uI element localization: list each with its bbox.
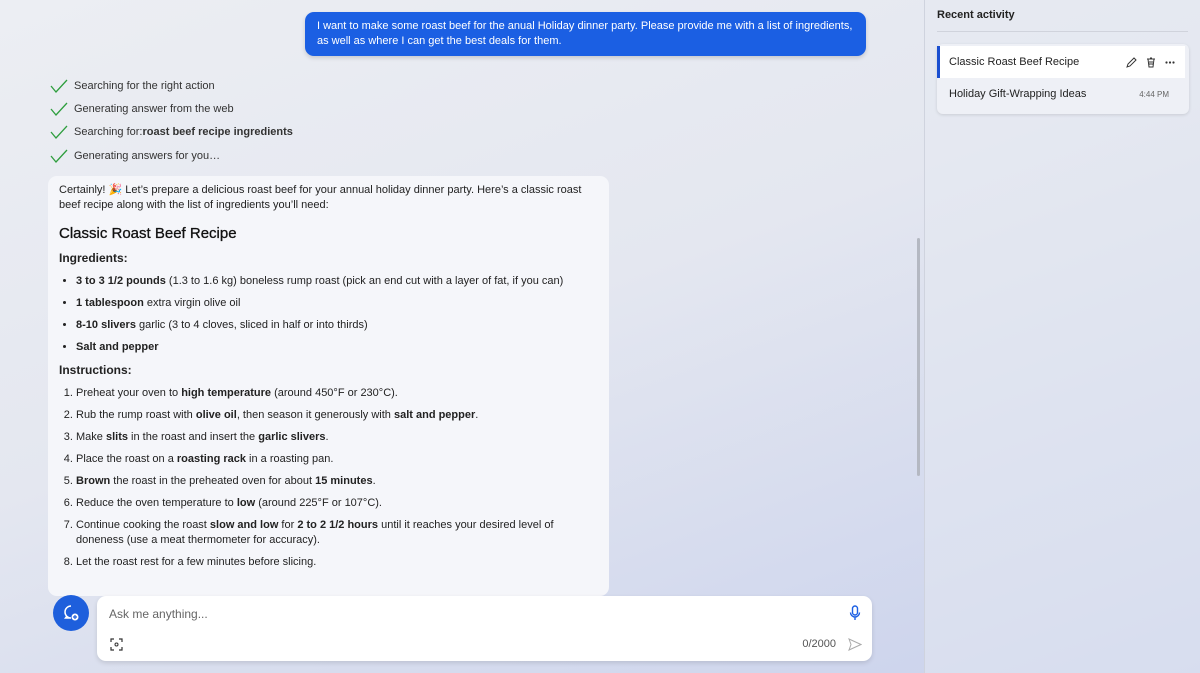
step-query: roast beef recipe ingredients bbox=[142, 126, 293, 139]
text-segment: . bbox=[372, 475, 376, 487]
text-segment: , then season it generously with bbox=[236, 409, 394, 421]
instructions-list: Preheat your oven to high temperature (a… bbox=[59, 386, 598, 570]
text-segment: low bbox=[236, 497, 256, 509]
text-segment: roasting rack bbox=[176, 453, 246, 465]
checkmark-icon bbox=[50, 79, 68, 93]
chat-area: I want to make some roast beef for the a… bbox=[0, 0, 924, 673]
response-intro: Certainly! 🎉 Let’s prepare a delicious r… bbox=[59, 183, 598, 213]
divider bbox=[937, 31, 1188, 32]
text-segment: Brown bbox=[76, 475, 111, 487]
text-segment: Let the roast rest for a few minutes bef… bbox=[76, 556, 317, 568]
progress-steps: Searching for the right action Generating… bbox=[50, 74, 293, 168]
text-segment: Preheat your oven to bbox=[76, 387, 182, 399]
instruction-step: Make slits in the roast and insert the g… bbox=[76, 430, 598, 445]
text-segment: garlic slivers bbox=[258, 431, 326, 443]
text-segment: in a roasting pan. bbox=[246, 453, 334, 465]
recent-item-active[interactable]: Classic Roast Beef Recipe bbox=[937, 46, 1185, 78]
text-segment: slow and low bbox=[209, 519, 279, 531]
text-segment: . bbox=[475, 409, 479, 421]
chat-composer[interactable]: Ask me anything... 0/2000 bbox=[97, 596, 872, 661]
visual-search-icon[interactable] bbox=[110, 638, 123, 651]
ingredient-item: Salt and pepper bbox=[76, 340, 598, 355]
text-segment: slits bbox=[105, 431, 128, 443]
text-segment: Place the roast on a bbox=[76, 453, 177, 465]
character-counter: 0/2000 bbox=[802, 638, 836, 650]
progress-step: Generating answers for you… bbox=[50, 144, 293, 167]
text-segment: Reduce the oven temperature to bbox=[76, 497, 237, 509]
text-segment: 2 to 2 1/2 hours bbox=[297, 519, 379, 531]
chat-add-icon bbox=[64, 605, 79, 621]
step-text: Generating answer from the web bbox=[74, 103, 234, 116]
ingredients-list: 3 to 3 1/2 pounds (1.3 to 1.6 kg) bonele… bbox=[59, 274, 598, 355]
checkmark-icon bbox=[50, 149, 68, 163]
step-text: Generating answers for you… bbox=[74, 149, 221, 162]
intro-text: Certainly! bbox=[59, 184, 109, 196]
ingredient-item: 1 tablespoon extra virgin olive oil bbox=[76, 296, 598, 311]
instruction-step: Continue cooking the roast slow and low … bbox=[76, 518, 598, 548]
step-text: Searching for: bbox=[74, 126, 143, 139]
text-segment: high temperature bbox=[181, 387, 272, 399]
instruction-step: Rub the rump roast with olive oil, then … bbox=[76, 408, 598, 423]
instruction-step: Let the roast rest for a few minutes bef… bbox=[76, 555, 598, 570]
progress-step: Generating answer from the web bbox=[50, 97, 293, 120]
text-segment: 15 minutes bbox=[315, 475, 373, 487]
more-options-icon[interactable] bbox=[1165, 60, 1175, 64]
text-segment: 8-10 slivers bbox=[76, 319, 136, 331]
instruction-step: Preheat your oven to high temperature (a… bbox=[76, 386, 598, 401]
text-segment: Make bbox=[76, 431, 106, 443]
text-segment: (around 450°F or 230°C). bbox=[271, 387, 398, 399]
recent-item-time: 4:44 PM bbox=[1139, 89, 1169, 99]
instruction-step: Reduce the oven temperature to low (arou… bbox=[76, 496, 598, 511]
scrollbar[interactable] bbox=[917, 238, 920, 476]
text-segment: salt and pepper bbox=[393, 409, 476, 421]
microphone-icon[interactable] bbox=[849, 605, 861, 621]
text-segment: 3 to 3 1/2 pounds bbox=[76, 275, 166, 287]
text-segment: Continue cooking the roast bbox=[76, 519, 210, 531]
instruction-step: Brown the roast in the preheated oven fo… bbox=[76, 474, 598, 489]
text-segment: garlic (3 to 4 cloves, sliced in half or… bbox=[135, 319, 368, 331]
text-segment: 1 tablespoon bbox=[76, 297, 144, 309]
progress-step: Searching for the right action bbox=[50, 74, 293, 97]
instructions-heading: Instructions: bbox=[59, 363, 132, 377]
checkmark-icon bbox=[50, 126, 68, 140]
edit-icon[interactable] bbox=[1126, 56, 1137, 68]
chat-input[interactable]: Ask me anything... bbox=[109, 607, 208, 621]
instruction-step: Place the roast on a roasting rack in a … bbox=[76, 452, 598, 467]
text-segment: (around 225°F or 107°C). bbox=[255, 497, 382, 509]
intro-text: Let’s prepare a delicious roast beef for… bbox=[59, 184, 582, 211]
text-segment: Salt and pepper bbox=[76, 341, 159, 353]
recent-item-label: Holiday Gift-Wrapping Ideas bbox=[949, 88, 1087, 100]
send-icon[interactable] bbox=[848, 638, 862, 651]
recent-item-label: Classic Roast Beef Recipe bbox=[949, 56, 1080, 68]
step-text: Searching for the right action bbox=[74, 79, 215, 92]
text-segment: Rub the rump roast with bbox=[76, 409, 196, 421]
recipe-title: Classic Roast Beef Recipe bbox=[59, 225, 237, 242]
user-message: I want to make some roast beef for the a… bbox=[305, 12, 866, 56]
text-segment: for bbox=[278, 519, 298, 531]
party-emoji-icon: 🎉 bbox=[108, 184, 123, 196]
text-segment: in the roast and insert the bbox=[127, 431, 259, 443]
recent-item[interactable]: Holiday Gift-Wrapping Ideas 4:44 PM bbox=[937, 78, 1185, 110]
ingredients-heading: Ingredients: bbox=[59, 251, 128, 265]
new-topic-button[interactable] bbox=[53, 595, 89, 631]
recent-activity-list: Classic Roast Beef Recipe Holiday Gift-W… bbox=[937, 44, 1189, 114]
sidebar: Recent activity Classic Roast Beef Recip… bbox=[924, 0, 1200, 673]
assistant-response: Certainly! 🎉 Let’s prepare a delicious r… bbox=[48, 176, 609, 596]
text-segment: the roast in the preheated oven for abou… bbox=[110, 475, 316, 487]
recent-activity-title: Recent activity bbox=[937, 9, 1015, 21]
checkmark-icon bbox=[50, 102, 68, 117]
text-segment: extra virgin olive oil bbox=[143, 297, 241, 309]
text-segment: . bbox=[325, 431, 329, 443]
progress-step: Searching for: roast beef recipe ingredi… bbox=[50, 121, 293, 144]
text-segment: (1.3 to 1.6 kg) boneless rump roast (pic… bbox=[165, 275, 564, 287]
delete-icon[interactable] bbox=[1146, 57, 1156, 68]
ingredient-item: 3 to 3 1/2 pounds (1.3 to 1.6 kg) bonele… bbox=[76, 274, 598, 289]
text-segment: olive oil bbox=[195, 409, 237, 421]
ingredient-item: 8-10 slivers garlic (3 to 4 cloves, slic… bbox=[76, 318, 598, 333]
